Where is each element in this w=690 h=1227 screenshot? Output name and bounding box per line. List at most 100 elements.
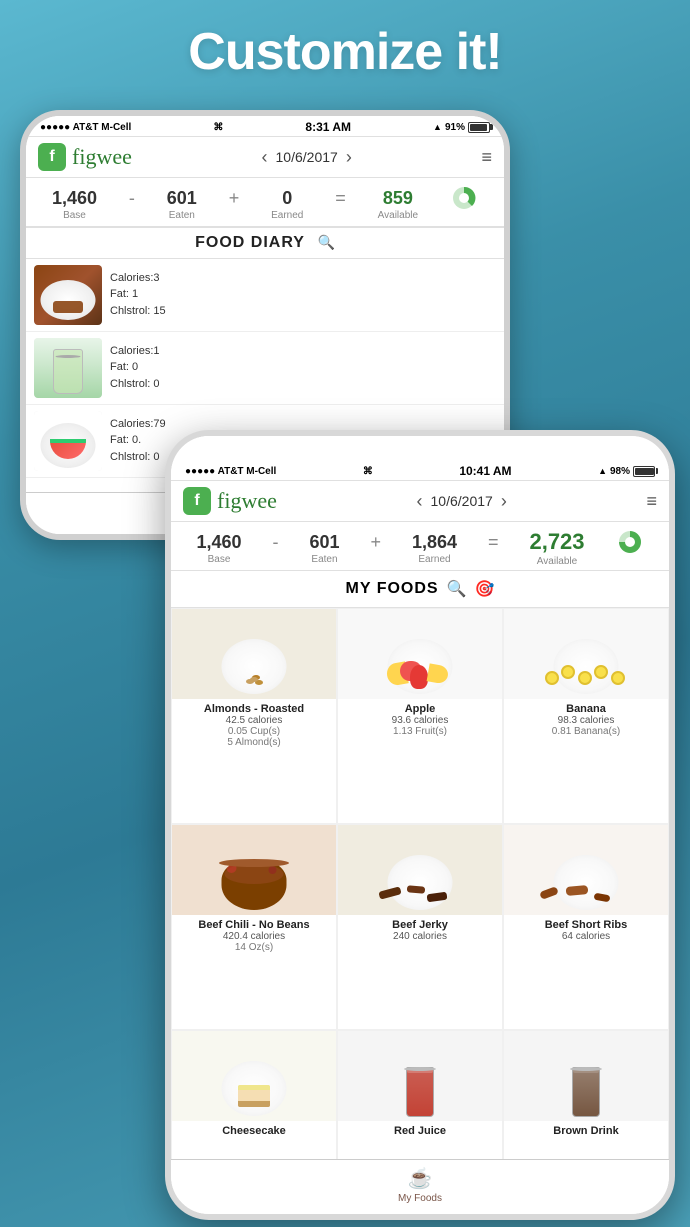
food-cal-almonds: 42.5 calories	[226, 715, 283, 726]
back-available-label: Available	[378, 210, 418, 221]
front-earned-value: 1,864	[412, 532, 457, 553]
front-time: 10:41 AM	[459, 464, 511, 478]
food-item-apple[interactable]: Apple 93.6 calories 1.13 Fruit(s)	[338, 609, 502, 824]
back-time: 8:31 AM	[305, 120, 351, 134]
back-wifi-icon: ⌘	[213, 122, 223, 133]
food-name-beef-jerky: Beef Jerky	[390, 919, 450, 931]
food-cal-apple: 93.6 calories	[392, 715, 449, 726]
diary-info-1: Calories:3 Fat: 1 Chlstrol: 15	[110, 270, 166, 320]
back-search-icon[interactable]: 🔍	[317, 234, 334, 250]
food-item-banana[interactable]: Banana 98.3 calories 0.81 Banana(s)	[504, 609, 668, 824]
food-item-beef-short-ribs[interactable]: Beef Short Ribs 64 calories	[504, 825, 668, 1029]
diary-info-3: Calories:79 Fat: 0. Chlstrol: 0	[110, 416, 166, 466]
back-battery-icon	[468, 122, 490, 133]
food-name-brown-drink: Brown Drink	[551, 1125, 620, 1137]
front-tab-bar: ☕ My Foods	[171, 1159, 669, 1214]
front-status-bar: ●●●●● AT&T M-Cell ⌘ 10:41 AM ▲ 98%	[171, 436, 669, 481]
front-minus-op: -	[273, 532, 279, 565]
back-logo-icon: f	[38, 143, 66, 171]
food-name-almonds: Almonds - Roasted	[202, 703, 306, 715]
diary-info-2: Calories:1 Fat: 0 Chlstrol: 0	[110, 343, 160, 393]
back-prev-arrow[interactable]: ‹	[262, 147, 268, 168]
phone-front: ●●●●● AT&T M-Cell ⌘ 10:41 AM ▲ 98% f fig…	[165, 430, 675, 1220]
back-date-nav[interactable]: ‹ 10/6/2017 ›	[262, 147, 352, 168]
front-prev-arrow[interactable]: ‹	[417, 491, 423, 512]
back-earned-cell: 0 Earned	[271, 188, 303, 221]
front-calorie-row: 1,460 Base - 601 Eaten + 1,864 Earned = …	[171, 522, 669, 570]
front-base-label: Base	[196, 554, 241, 565]
front-earned-cell: 1,864 Earned	[412, 532, 457, 565]
front-eaten-label: Eaten	[309, 554, 339, 565]
front-next-arrow[interactable]: ›	[501, 491, 507, 512]
food-image-beef-chili	[172, 825, 336, 915]
page-title: Customize it!	[0, 22, 690, 82]
food-item-beef-chili[interactable]: Beef Chili - No Beans 420.4 calories 14 …	[172, 825, 336, 1029]
food-detail2-almonds: 5 Almond(s)	[227, 737, 280, 748]
front-app-header: f figwee ‹ 10/6/2017 › ≡	[171, 481, 669, 522]
back-plus-op: +	[229, 188, 240, 221]
food-image-cheesecake	[172, 1031, 336, 1121]
back-menu-icon[interactable]: ≡	[481, 147, 492, 168]
back-next-arrow[interactable]: ›	[346, 147, 352, 168]
food-cal-beef-chili: 420.4 calories	[223, 931, 285, 942]
front-battery-pct: 98%	[610, 466, 630, 477]
back-section-header: FOOD DIARY 🔍	[26, 227, 504, 259]
front-equals-op: =	[488, 532, 499, 565]
food-name-banana: Banana	[564, 703, 608, 715]
back-equals-op: =	[335, 188, 346, 221]
back-carrier: ●●●●● AT&T M-Cell	[40, 122, 131, 133]
back-earned-value: 0	[271, 188, 303, 209]
back-calorie-row: 1,460 Base - 601 Eaten + 0 Earned = 859 …	[26, 178, 504, 226]
front-base-cell: 1,460 Base	[196, 532, 241, 565]
back-battery-pct: 91%	[445, 122, 465, 133]
my-foods-tab-label: My Foods	[398, 1193, 442, 1204]
front-carrier: ●●●●● AT&T M-Cell	[185, 466, 276, 477]
back-location-icon: ▲	[433, 122, 442, 132]
front-date-nav[interactable]: ‹ 10/6/2017 ›	[417, 491, 507, 512]
front-menu-icon[interactable]: ≡	[646, 491, 657, 512]
food-image-brown-drink	[504, 1031, 668, 1121]
back-logo: f figwee	[38, 143, 132, 171]
front-food-grid: Almonds - Roasted 42.5 calories 0.05 Cup…	[171, 608, 669, 1215]
front-screen: ●●●●● AT&T M-Cell ⌘ 10:41 AM ▲ 98% f fig…	[171, 436, 669, 1214]
back-minus-op: -	[129, 188, 135, 221]
front-app-name: figwee	[217, 488, 277, 514]
food-detail1-banana: 0.81 Banana(s)	[552, 726, 620, 737]
back-available-value: 859	[378, 188, 418, 209]
food-item-almonds[interactable]: Almonds - Roasted 42.5 calories 0.05 Cup…	[172, 609, 336, 824]
front-search-icon[interactable]: 🔍	[447, 579, 467, 599]
front-my-foods-header: MY FOODS 🔍 🎯	[171, 571, 669, 608]
front-available-value: 2,723	[529, 529, 584, 555]
food-image-beef-short-ribs	[504, 825, 668, 915]
food-image-banana	[504, 609, 668, 699]
front-pie-chart	[616, 528, 644, 556]
back-date: 10/6/2017	[276, 149, 338, 165]
diary-thumb-2	[34, 338, 102, 398]
back-base-value: 1,460	[52, 188, 97, 209]
back-available-cell: 859 Available	[378, 188, 418, 221]
front-my-foods-tab[interactable]: ☕ My Foods	[398, 1166, 442, 1210]
front-target-icon[interactable]: 🎯	[475, 579, 495, 599]
food-image-red-juice	[338, 1031, 502, 1121]
food-image-almonds	[172, 609, 336, 699]
food-image-beef-jerky	[338, 825, 502, 915]
front-logo-icon: f	[183, 487, 211, 515]
food-name-cheesecake: Cheesecake	[220, 1125, 288, 1137]
diary-item-1[interactable]: Calories:3 Fat: 1 Chlstrol: 15	[26, 259, 504, 332]
front-location-icon: ▲	[598, 466, 607, 476]
front-available-cell: 2,723 Available	[529, 529, 584, 567]
back-base-label: Base	[52, 210, 97, 221]
my-foods-tab-icon: ☕	[408, 1166, 433, 1191]
food-image-apple	[338, 609, 502, 699]
back-eaten-cell: 601 Eaten	[167, 188, 197, 221]
food-detail1-almonds: 0.05 Cup(s)	[228, 726, 280, 737]
diary-thumb-3	[34, 411, 102, 471]
back-status-bar: ●●●●● AT&T M-Cell ⌘ 8:31 AM ▲ 91%	[26, 116, 504, 137]
front-eaten-cell: 601 Eaten	[309, 532, 339, 565]
front-plus-op: +	[370, 532, 381, 565]
food-item-beef-jerky[interactable]: Beef Jerky 240 calories	[338, 825, 502, 1029]
food-cal-banana: 98.3 calories	[558, 715, 615, 726]
food-name-apple: Apple	[403, 703, 438, 715]
front-logo: f figwee	[183, 487, 277, 515]
diary-item-2[interactable]: Calories:1 Fat: 0 Chlstrol: 0	[26, 332, 504, 405]
